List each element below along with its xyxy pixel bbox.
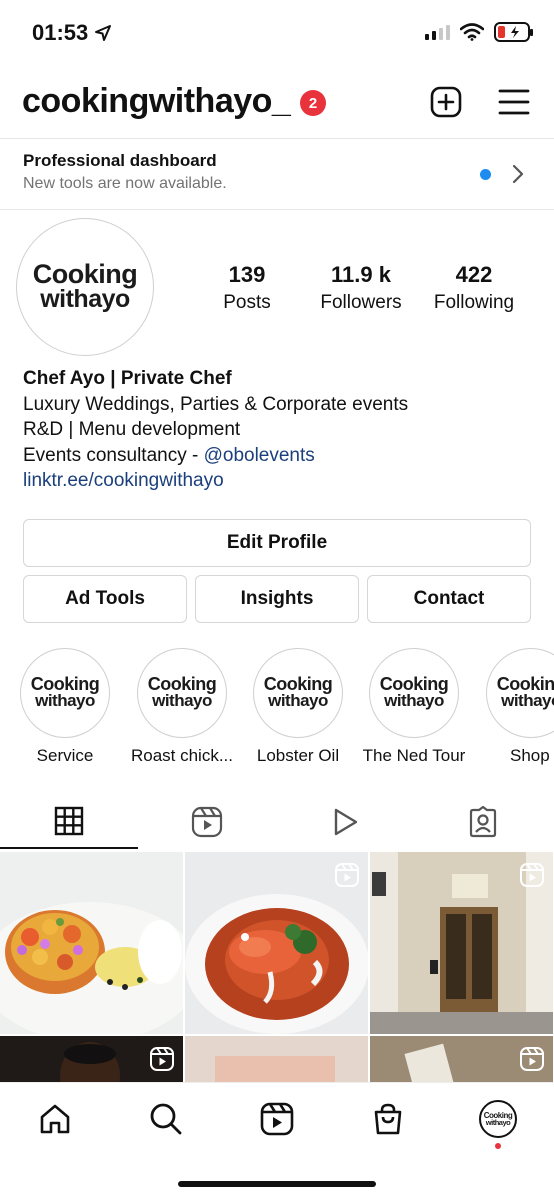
mention-link[interactable]: @obolevents [204,445,315,466]
new-indicator-dot [480,169,491,180]
highlight-cover: Cooking withayo [137,648,227,738]
highlight-cover: Cooking withayo [20,648,110,738]
followers-count: 11.9 k [331,262,391,287]
location-arrow-icon [95,25,112,41]
cellular-signal-icon [425,24,450,40]
shopping-bag-icon [374,1103,402,1135]
insights-button[interactable]: Insights [195,575,359,623]
notification-badge[interactable]: 2 [300,90,326,116]
professional-dashboard[interactable]: Professional dashboard New tools are now… [0,138,554,210]
bio-line-3-text: Events consultancy - [23,444,204,466]
highlight-ned-tour[interactable]: Cooking withayo The Ned Tour [356,648,472,766]
reels-icon [191,806,223,838]
highlight-label: Lobster Oil [256,746,340,765]
highlight-logo-line2: withayo [384,691,444,711]
post-thumbnail[interactable] [185,852,368,1034]
post-thumbnail[interactable] [0,852,183,1034]
posts-count: 139 [228,262,266,287]
profile-notification-dot [495,1143,501,1149]
post-thumbnail[interactable] [370,1036,553,1082]
following-label: Following [433,292,515,313]
bio-line-2: R&D | Menu development [23,419,241,440]
nav-reels[interactable] [257,1099,297,1139]
bio-line-1: Luxury Weddings, Parties & Corporate eve… [23,393,409,415]
posts-label: Posts [223,292,271,313]
food-image [215,1056,335,1082]
reel-badge-icon [520,863,544,887]
following-stat[interactable]: 422 Following [424,262,524,314]
highlight-service[interactable]: Cooking withayo Service [7,648,123,766]
reel-badge-icon [520,1047,544,1071]
battery-icon [494,22,533,42]
highlight-label: Shop [510,746,550,765]
dashboard-title: Professional dashboard [23,151,217,170]
bio-name: Chef Ayo | Private Chef [23,368,232,389]
reel-badge-icon [150,1047,174,1071]
following-count: 422 [455,262,493,287]
website-link[interactable]: linktr.ee/cookingwithayo [23,468,533,494]
status-time: 01:53 [32,20,112,46]
highlight-cover: Cooking withayo [369,648,459,738]
tagged-icon [469,806,497,838]
nav-home[interactable] [35,1099,75,1139]
search-icon [150,1103,182,1135]
profile-avatar[interactable]: Cooking withayo [16,218,154,356]
tab-tagged[interactable] [414,795,552,849]
profile-header: cookingwithayo_ 2 [0,80,554,130]
dashboard-subtitle: New tools are now available. [23,175,227,192]
highlight-label: Roast chick... [130,746,234,765]
highlight-lobster-oil[interactable]: Cooking withayo Lobster Oil [240,648,356,766]
tab-reels[interactable] [138,795,276,849]
profile-avatar-icon: Cooking withayo [479,1100,517,1138]
wifi-icon [460,23,484,41]
grid-icon [54,806,84,836]
username-switcher[interactable]: cookingwithayo_ [22,82,291,121]
dish-image [0,902,183,1034]
new-post-icon[interactable] [430,86,462,118]
avatar-logo-line2: withayo [40,284,130,313]
highlight-label: Service [36,746,94,765]
followers-label: Followers [320,292,402,313]
highlight-shop[interactable]: Cooking withayo Shop [472,648,554,766]
tab-grid[interactable] [0,795,138,849]
menu-icon[interactable] [498,88,530,116]
edit-profile-button[interactable]: Edit Profile [23,519,531,567]
nav-search[interactable] [146,1099,186,1139]
home-icon [40,1104,70,1134]
highlight-logo-line2: withayo [268,691,328,711]
bio-line-3: Events consultancy - @obolevents [23,443,533,469]
status-indicators [425,22,533,42]
nav-logo-line2: withayo [485,1118,511,1128]
post-thumbnail[interactable] [0,1036,183,1082]
post-thumbnail[interactable] [185,1036,368,1082]
home-indicator[interactable] [178,1181,376,1187]
tab-videos[interactable] [276,795,414,849]
highlight-cover: Cooking withayo [253,648,343,738]
status-time-text: 01:53 [32,20,89,45]
post-thumbnail[interactable] [370,852,553,1034]
play-icon [334,808,358,836]
chevron-right-icon[interactable] [510,163,526,185]
highlight-cover: Cooking withayo [486,648,554,738]
highlight-label: The Ned Tour [362,746,466,765]
reel-badge-icon [335,863,359,887]
contact-button[interactable]: Contact [367,575,531,623]
highlight-logo-line2: withayo [152,691,212,711]
profile-bio: Chef Ayo | Private Chef Luxury Weddings,… [23,366,533,494]
nav-shop[interactable] [368,1099,408,1139]
highlight-logo-line2: withayo [501,691,554,711]
followers-stat[interactable]: 11.9 k Followers [306,262,416,314]
ad-tools-button[interactable]: Ad Tools [23,575,187,623]
highlight-roast-chicken[interactable]: Cooking withayo Roast chick... [124,648,240,766]
reels-icon [260,1102,294,1136]
content-tabs [0,795,554,851]
post-grid [0,852,554,1082]
status-bar: 01:53 [0,0,554,70]
highlight-logo-line2: withayo [35,691,95,711]
nav-profile[interactable]: Cooking withayo [478,1099,518,1139]
posts-stat[interactable]: 139 Posts [207,262,287,314]
